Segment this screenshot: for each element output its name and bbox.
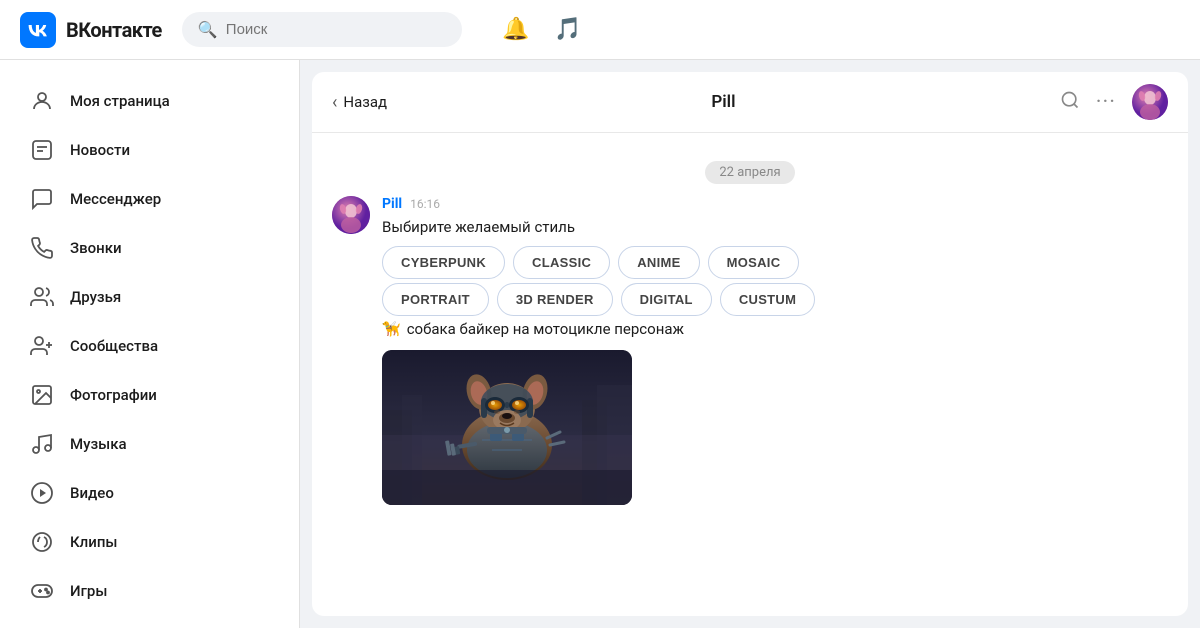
- search-icon: 🔍: [198, 20, 218, 39]
- back-label: Назад: [343, 93, 387, 111]
- sidebar-item-video[interactable]: Видео: [8, 469, 291, 517]
- style-btn-cyberpunk[interactable]: CYBERPUNK: [382, 246, 505, 279]
- search-bar[interactable]: 🔍: [182, 12, 462, 47]
- search-input[interactable]: [226, 21, 446, 38]
- style-buttons-container: CYBERPUNK CLASSIC ANIME MOSAIC: [382, 246, 1168, 279]
- photos-icon: [28, 381, 56, 409]
- logo-area: ВКонтакте: [20, 12, 162, 48]
- sidebar-label-news: Новости: [70, 141, 130, 159]
- style-btn-digital[interactable]: DIGITAL: [621, 283, 712, 316]
- vk-logo-icon: [20, 12, 56, 48]
- message-meta: Pill 16:16: [382, 196, 1168, 212]
- chat-messages: 22 апреля: [312, 133, 1188, 616]
- style-btn-mosaic[interactable]: MOSAIC: [708, 246, 800, 279]
- music-nav-icon: [28, 430, 56, 458]
- sidebar-item-games[interactable]: Игры: [8, 567, 291, 615]
- sidebar: Моя страница Новости Мессенджер: [0, 60, 300, 628]
- style-btn-portrait[interactable]: PORTRAIT: [382, 283, 489, 316]
- sidebar-item-calls[interactable]: Звонки: [8, 224, 291, 272]
- calls-icon: [28, 234, 56, 262]
- notifications-icon[interactable]: 🔔: [502, 16, 530, 44]
- sidebar-item-photos[interactable]: Фотографии: [8, 371, 291, 419]
- message-content: Pill 16:16 Выбирите желаемый стиль CYBER…: [382, 196, 1168, 505]
- sidebar-label-video: Видео: [70, 484, 114, 502]
- sidebar-item-messenger[interactable]: Мессенджер: [8, 175, 291, 223]
- video-icon: [28, 479, 56, 507]
- message-text: Выбирите желаемый стиль: [382, 218, 1168, 236]
- sidebar-label-friends: Друзья: [70, 288, 121, 306]
- games-icon: [28, 577, 56, 605]
- sidebar-label-photos: Фотографии: [70, 386, 157, 404]
- sidebar-item-communities[interactable]: Сообщества: [8, 322, 291, 370]
- style-btn-anime[interactable]: ANIME: [618, 246, 699, 279]
- sidebar-label-communities: Сообщества: [70, 337, 158, 355]
- messenger-icon: [28, 185, 56, 213]
- date-badge: 22 апреля: [705, 161, 794, 184]
- search-chat-icon[interactable]: [1060, 90, 1080, 115]
- sidebar-label-messenger: Мессенджер: [70, 190, 161, 208]
- chat-panel: ‹ Назад Pill ···: [312, 72, 1188, 616]
- sidebar-item-friends[interactable]: Друзья: [8, 273, 291, 321]
- chat-header: ‹ Назад Pill ···: [312, 72, 1188, 133]
- app-title: ВКонтакте: [66, 18, 162, 42]
- style-buttons-row2: PORTRAIT 3D RENDER DIGITAL CUSTUM: [382, 283, 1168, 316]
- back-arrow-icon: ‹: [332, 92, 337, 113]
- sidebar-item-clips[interactable]: Клипы: [8, 518, 291, 566]
- dog-message-text: собака байкер на мотоцикле персонаж: [407, 320, 684, 338]
- sidebar-label-my-page: Моя страница: [70, 92, 170, 110]
- my-page-icon: [28, 87, 56, 115]
- chat-avatar[interactable]: [1132, 84, 1168, 120]
- sidebar-label-music: Музыка: [70, 435, 127, 453]
- sidebar-label-calls: Звонки: [70, 239, 122, 257]
- sidebar-label-games: Игры: [70, 582, 107, 600]
- dog-image-svg: [382, 350, 632, 505]
- clips-icon: [28, 528, 56, 556]
- message-time: 16:16: [410, 197, 440, 211]
- date-divider: 22 апреля: [332, 161, 1168, 184]
- style-btn-3drender[interactable]: 3D RENDER: [497, 283, 613, 316]
- sidebar-item-my-page[interactable]: Моя страница: [8, 77, 291, 125]
- message-row: Pill 16:16 Выбирите желаемый стиль CYBER…: [332, 196, 1168, 505]
- top-bar: ВКонтакте 🔍 🔔 🎵: [0, 0, 1200, 60]
- message-sender: Pill: [382, 196, 402, 212]
- sidebar-label-clips: Клипы: [70, 533, 117, 551]
- message-avatar: [332, 196, 370, 234]
- style-btn-custum[interactable]: CUSTUM: [720, 283, 815, 316]
- friends-icon: [28, 283, 56, 311]
- main-layout: Моя страница Новости Мессенджер: [0, 60, 1200, 628]
- more-options-icon[interactable]: ···: [1096, 90, 1116, 115]
- chat-title: Pill: [399, 92, 1048, 112]
- style-btn-classic[interactable]: CLASSIC: [513, 246, 610, 279]
- communities-icon: [28, 332, 56, 360]
- content-area: ‹ Назад Pill ···: [300, 60, 1200, 628]
- chat-actions: ···: [1060, 84, 1168, 120]
- avatar-image: [1132, 84, 1168, 120]
- music-icon[interactable]: 🎵: [554, 16, 582, 44]
- sidebar-item-news[interactable]: Новости: [8, 126, 291, 174]
- top-icons: 🔔 🎵: [502, 16, 582, 44]
- dog-message: 🦮 собака байкер на мотоцикле персонаж: [382, 320, 1168, 338]
- dog-image: [382, 350, 632, 505]
- news-icon: [28, 136, 56, 164]
- back-button[interactable]: ‹ Назад: [332, 92, 387, 113]
- dog-emoji: 🦮: [382, 320, 401, 338]
- sidebar-item-music[interactable]: Музыка: [8, 420, 291, 468]
